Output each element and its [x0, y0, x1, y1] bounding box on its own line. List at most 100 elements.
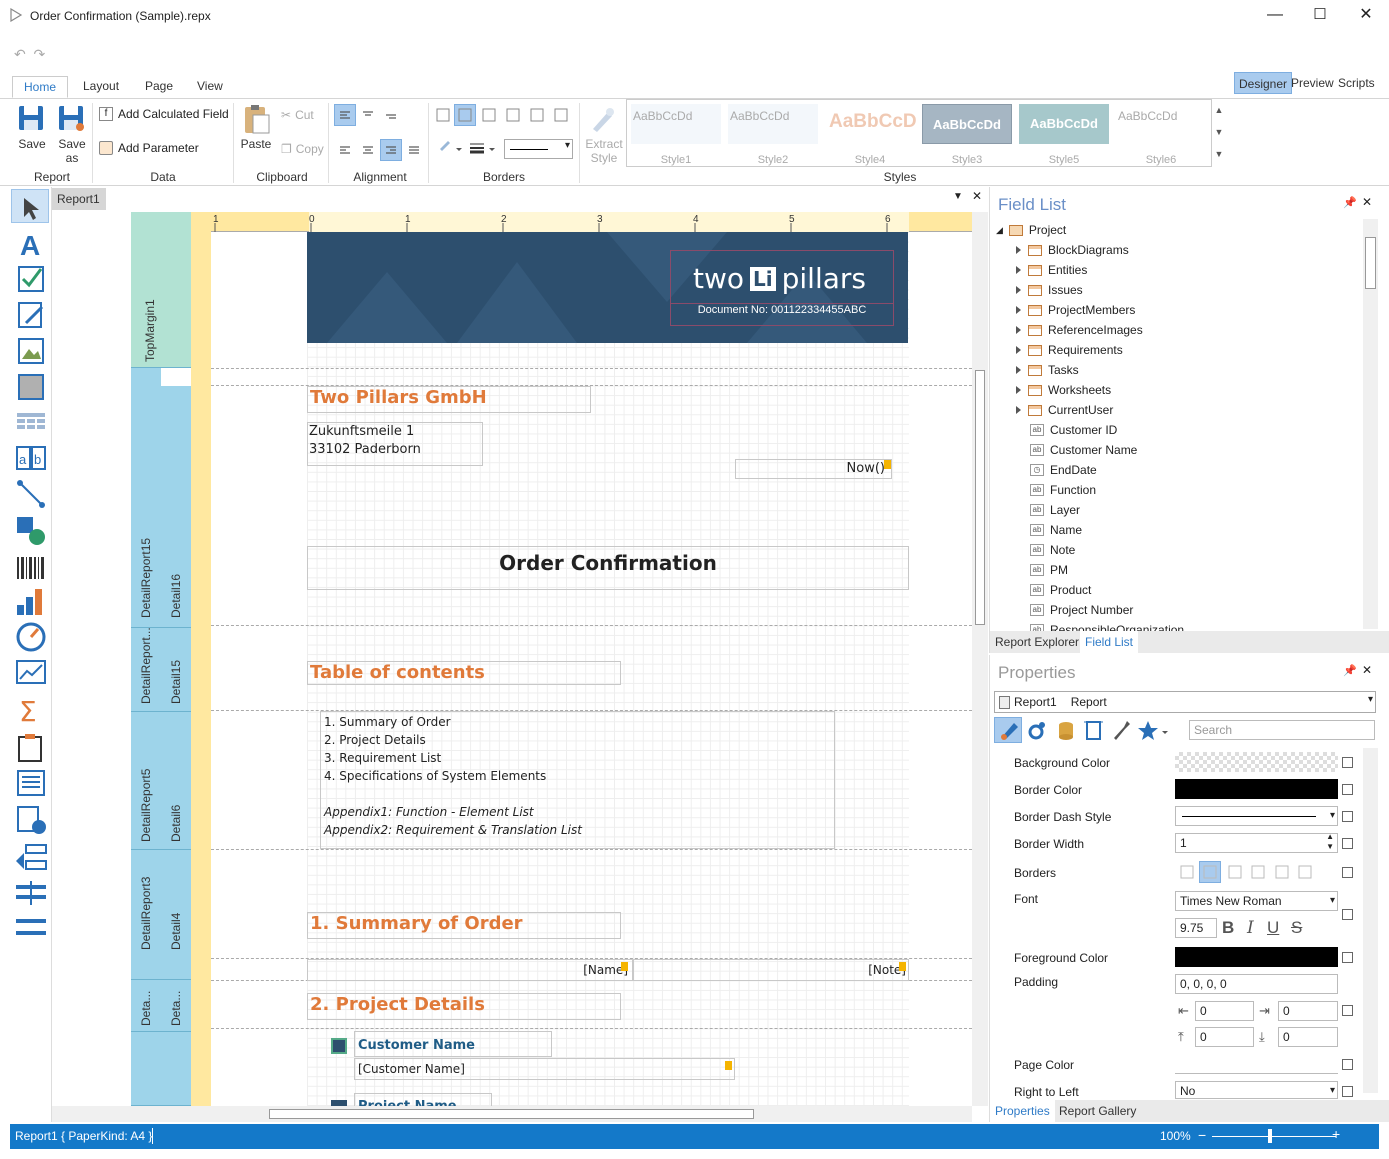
field-item[interactable]: ab Note	[1030, 540, 1075, 560]
close-panel-icon[interactable]: ✕	[1362, 195, 1372, 209]
border-color-swatch[interactable]	[1175, 779, 1338, 799]
strikeout-icon[interactable]: S	[1291, 918, 1302, 938]
toc-richtext[interactable]: 1. Summary of Order 2. Project Details 3…	[320, 711, 835, 849]
field-item-clipped[interactable]: ab ResponsibleOrganization	[1030, 620, 1360, 631]
tab-page[interactable]: Page	[134, 76, 184, 98]
style-tile[interactable]: AaBbCcDd Style1	[631, 101, 721, 166]
zoom-out-icon[interactable]: −	[1198, 1127, 1206, 1143]
foreground-color-swatch[interactable]	[1175, 947, 1338, 967]
field-item[interactable]: ab Function	[1030, 480, 1096, 500]
zoom-slider-thumb[interactable]	[1268, 1129, 1272, 1143]
border-width-spinner[interactable]: 1 ▲ ▼	[1175, 832, 1338, 853]
field-item[interactable]: ab Layer	[1030, 500, 1080, 520]
undo-icon[interactable]: ↶	[14, 46, 26, 62]
toc-title-label[interactable]: Table of contents	[307, 661, 621, 685]
tab-report-explorer[interactable]: Report Explorer	[990, 631, 1084, 653]
field-list-scrollbar[interactable]	[1363, 219, 1378, 629]
add-calculated-field-button[interactable]: f Add Calculated Field	[99, 107, 229, 121]
pad-left-input[interactable]: 0	[1195, 1001, 1254, 1021]
pad-top-input[interactable]: 0	[1195, 1027, 1254, 1047]
prop-checkbox[interactable]	[1342, 867, 1353, 878]
date-expression-field[interactable]: Now()	[735, 459, 892, 479]
prop-checkbox[interactable]	[1342, 757, 1353, 768]
close-document-icon[interactable]: ✕	[972, 189, 982, 203]
style-tile[interactable]: AaBbCcDd Style3	[922, 101, 1012, 166]
band-more[interactable]	[131, 1032, 191, 1106]
border-dash-style-select[interactable]: ▾	[1175, 806, 1338, 826]
paste-button[interactable]	[241, 103, 271, 135]
font-select[interactable]: Times New Roman ▾	[1175, 891, 1338, 911]
prop-checkbox[interactable]	[1342, 784, 1353, 795]
prop-checkbox[interactable]	[1342, 1086, 1353, 1097]
tab-field-list[interactable]: Field List	[1080, 631, 1139, 653]
page-color-swatch[interactable]	[1175, 1054, 1338, 1074]
pad-bottom-input[interactable]: 0	[1278, 1027, 1338, 1047]
add-parameter-button[interactable]: Add Parameter	[99, 141, 199, 155]
band-deta[interactable]: Deta... Deta...	[131, 980, 191, 1032]
preview-button[interactable]: Preview	[1287, 72, 1338, 94]
right-to-left-select[interactable]: No ▾	[1175, 1081, 1338, 1099]
tree-item[interactable]: Tasks	[1016, 360, 1079, 380]
border-dash-style-select[interactable]: ▾	[504, 139, 573, 159]
underline-icon[interactable]: U	[1267, 918, 1279, 938]
styles-scroll[interactable]: ▲ ▼ ▼	[1211, 99, 1227, 167]
zoom-in-icon[interactable]: +	[1332, 1126, 1340, 1142]
band-detail-report-15[interactable]: DetailReport15	[131, 368, 161, 628]
style-tile[interactable]: AaBbCcDd Style2	[728, 101, 818, 166]
tree-item[interactable]: CurrentUser	[1016, 400, 1113, 420]
properties-scrollbar[interactable]	[1363, 748, 1378, 1093]
field-item[interactable]: ab Name	[1030, 520, 1082, 540]
tree-item[interactable]: ReferenceImages	[1016, 320, 1143, 340]
prop-checkbox[interactable]	[1342, 811, 1353, 822]
field-item[interactable]: ab Customer Name	[1030, 440, 1137, 460]
prop-checkbox[interactable]	[1342, 909, 1353, 920]
address-label[interactable]: Zukunftsmeile 1 33102 Paderborn	[307, 422, 483, 466]
tab-home[interactable]: Home	[12, 76, 69, 98]
scripts-button[interactable]: Scripts	[1334, 72, 1379, 94]
tab-view[interactable]: View	[186, 76, 234, 98]
chevron-down-icon[interactable]: ▼	[953, 191, 963, 202]
padding-input[interactable]: 0, 0, 0, 0	[1175, 974, 1338, 994]
style-tile[interactable]: AaBbCcDd Style6	[1116, 101, 1206, 166]
zoom-slider-track[interactable]	[1212, 1136, 1336, 1137]
project-name-label[interactable]: Project Name	[354, 1093, 492, 1106]
section1-label[interactable]: 1. Summary of Order	[307, 912, 621, 939]
band-top-margin[interactable]: TopMargin1	[131, 212, 191, 368]
band-detail-report-trunc[interactable]: DetailReport... Detail15	[131, 627, 191, 712]
background-color-swatch[interactable]	[1175, 752, 1338, 772]
vertical-scrollbar[interactable]	[972, 212, 988, 1106]
band-detail-report-3[interactable]: DetailReport3 Detail4	[131, 850, 191, 980]
pad-right-input[interactable]: 0	[1278, 1001, 1338, 1021]
extract-style-button[interactable]	[588, 104, 618, 134]
tree-item[interactable]: Entities	[1016, 260, 1087, 280]
pin-icon[interactable]: 📌	[1343, 664, 1357, 677]
pin-icon[interactable]: 📌	[1343, 196, 1357, 209]
report-canvas[interactable]: two Li pillars Document No: 001122334455…	[211, 232, 972, 1106]
tab-report-gallery[interactable]: Report Gallery	[1054, 1100, 1141, 1122]
field-item[interactable]: ab Customer ID	[1030, 420, 1117, 440]
field-item[interactable]: ab PM	[1030, 560, 1068, 580]
italic-icon[interactable]: I	[1247, 918, 1254, 938]
prop-checkbox[interactable]	[1342, 1059, 1353, 1070]
designer-button[interactable]: Designer	[1234, 72, 1293, 94]
band-detail-report-5[interactable]: DetailReport5 Detail6	[131, 712, 191, 850]
cut-button[interactable]: ✂ Cut	[281, 108, 314, 122]
tree-root[interactable]: ◢ Project	[996, 220, 1066, 240]
customer-name-field[interactable]: [Customer Name]	[354, 1058, 735, 1080]
tree-item[interactable]: Requirements	[1016, 340, 1123, 360]
scroll-thumb[interactable]	[975, 370, 985, 625]
minimize-button[interactable]: —	[1252, 4, 1298, 28]
save-button[interactable]	[16, 103, 48, 135]
style-tile[interactable]: AaBbCcD Style4	[825, 101, 917, 166]
property-search-input[interactable]: Search	[1189, 720, 1375, 740]
section2-label[interactable]: 2. Project Details	[307, 993, 621, 1020]
horizontal-scrollbar[interactable]	[52, 1106, 972, 1122]
band-detail-16[interactable]: Detail16	[161, 386, 191, 628]
customer-name-label[interactable]: Customer Name	[354, 1031, 552, 1057]
tab-layout[interactable]: Layout	[72, 76, 130, 98]
save-as-button[interactable]	[56, 103, 88, 135]
name-field[interactable]: [Name]	[307, 959, 633, 981]
object-selector[interactable]: Report1 Report ▾	[994, 691, 1376, 713]
close-button[interactable]: ✕	[1343, 4, 1389, 28]
picture-icon[interactable]	[331, 1038, 347, 1054]
